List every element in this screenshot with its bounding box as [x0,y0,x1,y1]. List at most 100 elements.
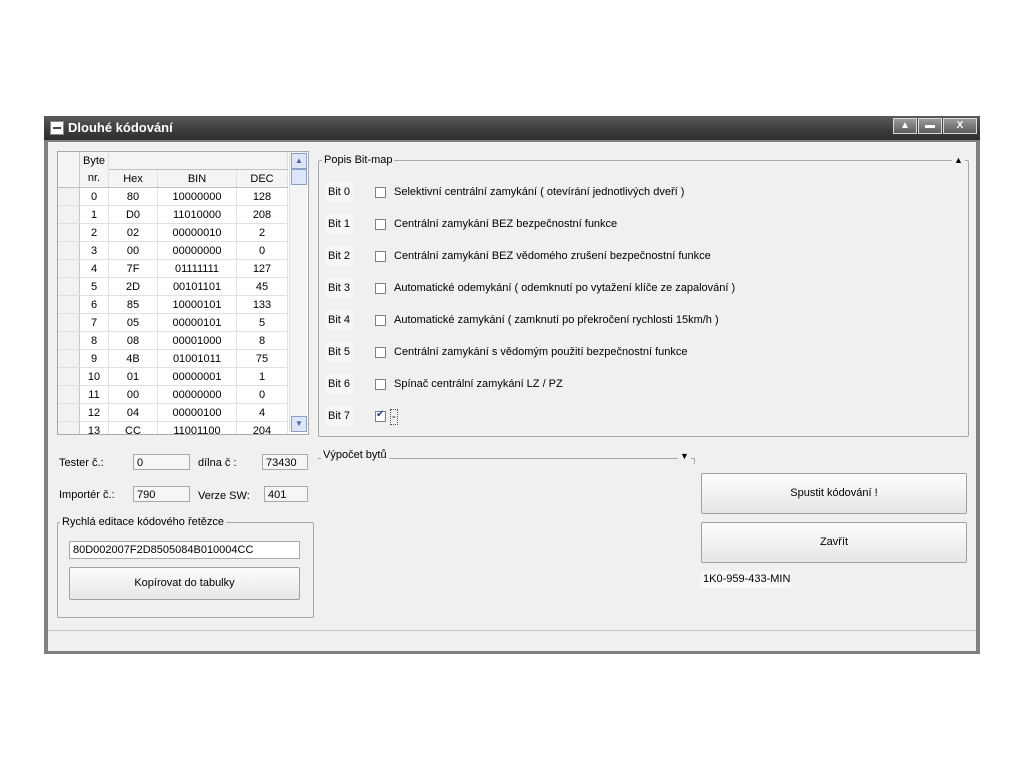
row-header[interactable] [58,385,80,404]
header-hex[interactable]: Hex [108,169,158,188]
dec-cell[interactable]: 75 [236,349,288,368]
bit-description-0[interactable]: Selektivní centrální zamykání ( otevírán… [394,185,684,199]
byte-nr-cell[interactable]: 9 [79,349,109,368]
run-coding-button[interactable]: Spustit kódování ! [701,473,967,514]
hex-cell[interactable]: 01 [108,367,158,386]
bit-checkbox-3[interactable] [375,283,386,294]
bin-cell[interactable]: 00000100 [157,403,237,422]
dec-cell[interactable]: 1 [236,367,288,386]
row-header[interactable] [58,295,80,314]
bin-cell[interactable]: 01111111 [157,259,237,278]
table-row[interactable]: 1 D0 11010000 208 [58,205,288,224]
bin-cell[interactable]: 00001000 [157,331,237,350]
table-row[interactable]: 0 80 10000000 128 [58,187,288,206]
bit-description-2[interactable]: Centrální zamykání BEZ vědomého zrušení … [394,249,711,263]
dec-cell[interactable]: 127 [236,259,288,278]
table-row[interactable]: 13 CC 11001100 204 [58,421,288,434]
hex-cell[interactable]: 05 [108,313,158,332]
bit-checkbox-7[interactable] [375,409,386,422]
row-header[interactable] [58,277,80,296]
header-bin[interactable]: BIN [157,169,237,188]
bit-checkbox-0[interactable] [375,187,386,198]
tester-field[interactable]: 0 [133,454,190,470]
row-header[interactable] [58,331,80,350]
scroll-up-button[interactable]: ▲ [291,153,307,169]
hex-cell[interactable]: 08 [108,331,158,350]
bin-cell[interactable]: 00000001 [157,367,237,386]
bit-description-4[interactable]: Automatické zamykání ( zamknutí po překr… [394,313,719,327]
dec-cell[interactable]: 0 [236,385,288,404]
row-header[interactable] [58,259,80,278]
bit-description-5[interactable]: Centrální zamykání s vědomým použití bez… [394,345,687,359]
row-header[interactable] [58,313,80,332]
row-header[interactable] [58,403,80,422]
hex-cell[interactable]: 00 [108,385,158,404]
byte-nr-cell[interactable]: 13 [79,421,109,434]
byte-nr-cell[interactable]: 12 [79,403,109,422]
bit-description-7[interactable]: - [390,409,398,425]
scroll-down-button[interactable]: ▼ [291,416,307,432]
table-row[interactable]: 12 04 00000100 4 [58,403,288,422]
bin-cell[interactable]: 00000000 [157,385,237,404]
row-header[interactable] [58,205,80,224]
bit-description-3[interactable]: Automatické odemykání ( odemknutí po vyt… [394,281,735,295]
close-button[interactable]: Zavřít [701,522,967,563]
dec-cell[interactable]: 204 [236,421,288,434]
title-bar[interactable] [44,116,980,140]
code-string-input[interactable]: 80D002007F2D8505084B010004CC [69,541,300,559]
bin-cell[interactable]: 11001100 [157,421,237,434]
bin-cell[interactable]: 10000000 [157,187,237,206]
table-row[interactable]: 11 00 00000000 0 [58,385,288,404]
bin-cell[interactable]: 00101101 [157,277,237,296]
bit-description-6[interactable]: Spínač centrální zamykání LZ / PZ [394,377,563,391]
copy-to-table-button[interactable]: Kopírovat do tabulky [69,567,300,600]
table-row[interactable]: 8 08 00001000 8 [58,331,288,350]
hex-cell[interactable]: CC [108,421,158,434]
row-header[interactable] [58,349,80,368]
table-row[interactable]: 3 00 00000000 0 [58,241,288,260]
byte-nr-cell[interactable]: 4 [79,259,109,278]
dec-cell[interactable]: 5 [236,313,288,332]
hex-cell[interactable]: 04 [108,403,158,422]
byte-nr-cell[interactable]: 3 [79,241,109,260]
table-row[interactable]: 6 85 10000101 133 [58,295,288,314]
hex-cell[interactable]: 85 [108,295,158,314]
hex-cell[interactable]: 02 [108,223,158,242]
table-row[interactable]: 10 01 00000001 1 [58,367,288,386]
byte-nr-cell[interactable]: 6 [79,295,109,314]
minimize-button[interactable]: ▲ [893,118,917,134]
byte-nr-cell[interactable]: 10 [79,367,109,386]
dec-cell[interactable]: 0 [236,241,288,260]
byte-nr-cell[interactable]: 5 [79,277,109,296]
grid-scrollbar[interactable]: ▲ ▼ [289,152,307,432]
byte-grid[interactable]: Byte nr. Hex BIN DEC 0 80 10000000 128 1 D0 11… [57,151,309,435]
byte-nr-cell[interactable]: 11 [79,385,109,404]
hex-cell[interactable]: 00 [108,241,158,260]
byte-nr-cell[interactable]: 7 [79,313,109,332]
system-menu-icon[interactable] [50,121,64,135]
importer-field[interactable]: 790 [133,486,190,502]
dec-cell[interactable]: 45 [236,277,288,296]
row-header[interactable] [58,421,80,434]
close-window-button[interactable]: X [943,118,977,134]
dec-cell[interactable]: 8 [236,331,288,350]
bitmap-collapse-icon[interactable]: ▲ [952,153,965,167]
table-row[interactable]: 4 7F 01111111 127 [58,259,288,278]
row-header[interactable] [58,241,80,260]
hex-cell[interactable]: 2D [108,277,158,296]
row-header[interactable] [58,223,80,242]
hex-cell[interactable]: 4B [108,349,158,368]
bit-checkbox-6[interactable] [375,379,386,390]
bin-cell[interactable]: 00000000 [157,241,237,260]
hex-cell[interactable]: D0 [108,205,158,224]
byte-nr-cell[interactable]: 1 [79,205,109,224]
dec-cell[interactable]: 208 [236,205,288,224]
table-row[interactable]: 2 02 00000010 2 [58,223,288,242]
table-row[interactable]: 5 2D 00101101 45 [58,277,288,296]
dec-cell[interactable]: 2 [236,223,288,242]
bit-description-1[interactable]: Centrální zamykání BEZ bezpečnostní funk… [394,217,617,231]
vypocet-expand-icon[interactable]: ▼ [678,449,691,463]
byte-nr-cell[interactable]: 8 [79,331,109,350]
dilna-field[interactable]: 73430 [262,454,308,470]
restore-button[interactable]: ▬ [918,118,942,134]
